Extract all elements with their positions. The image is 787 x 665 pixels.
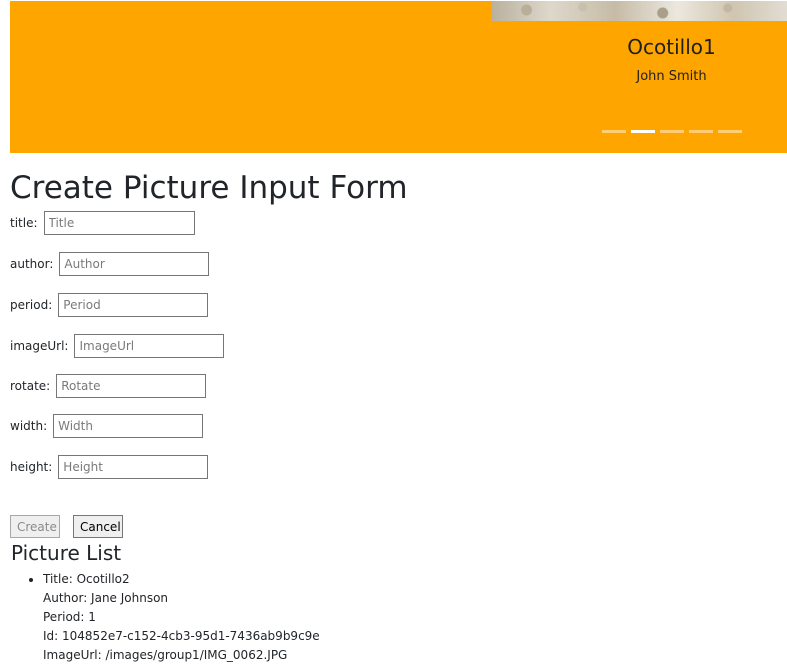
period-input[interactable] (58, 293, 209, 317)
imageurl-row: imageUrl: (10, 334, 225, 358)
carousel-slide-image (491, 1, 787, 21)
width-input[interactable] (53, 414, 204, 438)
cancel-button[interactable]: Cancel (73, 515, 123, 538)
imageurl-label: imageUrl: (10, 339, 69, 353)
period-row: period: (10, 293, 209, 317)
picture-author: Author: Jane Johnson (43, 591, 169, 605)
carousel-caption-author: John Smith (636, 69, 707, 84)
picture-list: Title: Ocotillo2 Author: Jane Johnson Pe… (0, 570, 320, 665)
height-row: height: (10, 455, 209, 479)
list-item: Title: Ocotillo2 Author: Jane Johnson Pe… (43, 570, 320, 665)
author-input[interactable] (59, 252, 210, 276)
form-heading: Create Picture Input Form (10, 170, 408, 206)
carousel-indicator-5[interactable] (718, 130, 742, 133)
rotate-label: rotate: (10, 379, 51, 393)
height-input[interactable] (58, 455, 209, 479)
carousel-indicator-1[interactable] (602, 130, 626, 133)
rotate-input[interactable] (56, 374, 207, 398)
author-row: author: (10, 252, 210, 276)
period-label: period: (10, 298, 53, 312)
create-button[interactable]: Create (10, 515, 60, 538)
title-input[interactable] (43, 211, 195, 235)
width-row: width: (10, 414, 204, 438)
author-label: author: (10, 257, 54, 271)
rotate-row: rotate: (10, 374, 207, 398)
carousel-indicator-4[interactable] (689, 130, 713, 133)
carousel-indicator-2[interactable] (631, 130, 655, 133)
title-label: title: (10, 216, 38, 230)
height-label: height: (10, 460, 53, 474)
imageurl-input[interactable] (74, 334, 225, 358)
carousel-caption-title: Ocotillo1 (627, 35, 716, 59)
title-row: title: (10, 211, 195, 235)
picture-title: Title: Ocotillo2 (43, 572, 130, 586)
carousel-indicator-3[interactable] (660, 130, 684, 133)
picture-id: Id: 104852e7-c152-4cb3-95d1-7436ab9b9c9e (43, 629, 320, 643)
width-label: width: (10, 419, 48, 433)
picture-period: Period: 1 (43, 610, 96, 624)
picture-carousel[interactable]: Ocotillo1 John Smith (10, 1, 787, 153)
picture-list-heading: Picture List (11, 541, 122, 565)
